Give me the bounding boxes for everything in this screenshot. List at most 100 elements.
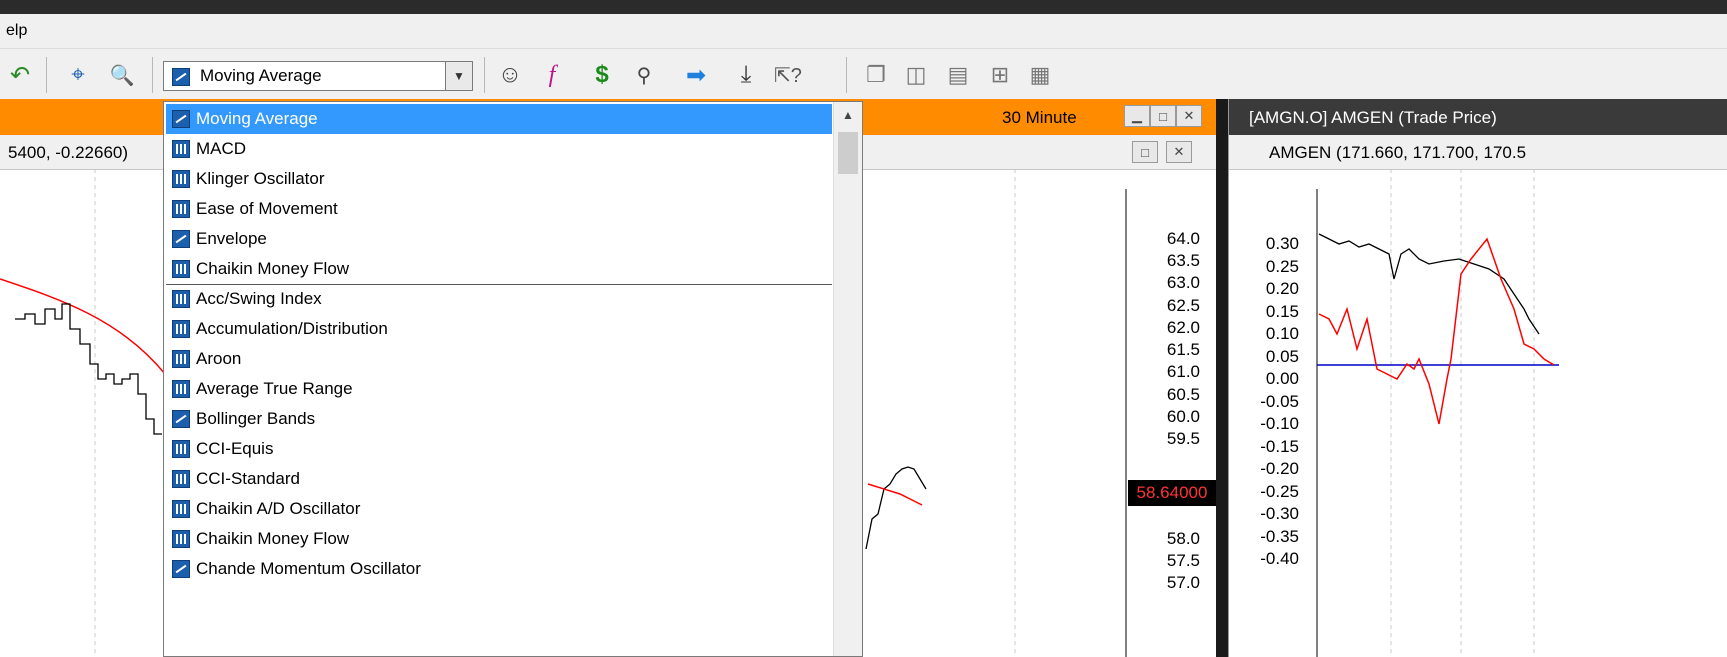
line-indicator-icon xyxy=(172,230,190,248)
interval-label: 30 Minute xyxy=(1002,108,1077,127)
dropdown-item[interactable]: Average True Range xyxy=(166,374,832,404)
price-line xyxy=(15,303,162,435)
indicator-line xyxy=(1318,237,1555,425)
chart-title: [AMGN.O] AMGEN (Trade Price) xyxy=(1249,108,1497,127)
line-indicator-icon xyxy=(172,110,190,128)
menu-item-help[interactable]: elp xyxy=(6,22,27,40)
bar-indicator-icon xyxy=(172,170,190,188)
zoom-icon[interactable]: 🔍 xyxy=(106,59,138,91)
dropdown-item[interactable]: Chande Momentum Oscillator xyxy=(166,554,832,584)
dropdown-item[interactable]: Moving Average xyxy=(166,104,832,134)
function-icon[interactable]: f xyxy=(536,59,568,91)
tile-windows-icon[interactable]: ⊞ xyxy=(984,59,1016,91)
bar-indicator-icon xyxy=(172,530,190,548)
dropdown-item[interactable]: Envelope xyxy=(166,224,832,254)
line-indicator-icon xyxy=(172,560,190,578)
oscillator-axis-label: -0.40 xyxy=(1260,549,1299,568)
price-axis-label: 59.5 xyxy=(1166,429,1200,448)
dropdown-item[interactable]: Ease of Movement xyxy=(166,194,832,224)
dropdown-item[interactable]: Accumulation/Distribution xyxy=(166,314,832,344)
line-indicator-icon xyxy=(172,68,190,86)
line-indicator-icon xyxy=(172,410,190,428)
scrollbar-thumb[interactable] xyxy=(838,132,858,174)
dropdown-item-label: Envelope xyxy=(196,229,267,248)
price-axis-label: 61.0 xyxy=(1166,362,1200,381)
undo-icon[interactable]: ↶ xyxy=(4,59,36,91)
help-pointer-icon[interactable]: ⇱? xyxy=(772,59,804,91)
new-window-icon[interactable]: ❐ xyxy=(860,59,892,91)
dropdown-item[interactable]: Chaikin Money Flow xyxy=(166,254,832,284)
dropdown-item-label: Aroon xyxy=(196,349,242,368)
oscillator-axis-label: 0.05 xyxy=(1265,346,1299,366)
oscillator-chart[interactable] xyxy=(1229,169,1727,657)
bar-indicator-icon xyxy=(172,500,190,518)
price-axis-label: 61.5 xyxy=(1166,340,1200,359)
dropdown-item-label: Chaikin A/D Oscillator xyxy=(196,499,361,518)
dropdown-item[interactable]: Acc/Swing Index xyxy=(166,284,832,314)
binoculars-icon[interactable]: ⚲ xyxy=(628,59,660,91)
price-axis-label: 62.5 xyxy=(1166,296,1200,315)
dropdown-item[interactable]: CCI-Equis xyxy=(166,434,832,464)
chevron-down-icon[interactable]: ▼ xyxy=(445,62,472,90)
oscillator-axis-label: -0.10 xyxy=(1260,414,1299,433)
price-line xyxy=(865,466,927,550)
dropdown-item-label: Moving Average xyxy=(196,109,318,128)
indicator-values: 5400, -0.22660) xyxy=(8,143,129,162)
line-chart-icon[interactable]: ◫ xyxy=(900,59,932,91)
dropdown-item[interactable]: MACD xyxy=(166,134,832,164)
download-icon[interactable]: ⤓ xyxy=(730,59,762,91)
bar-indicator-icon xyxy=(172,320,190,338)
oscillator-axis-label: 0.30 xyxy=(1265,234,1299,253)
indicator-dropdown-list[interactable]: Moving Average MACD Klinger Oscillator Ease… xyxy=(163,101,863,657)
close-icon[interactable]: ✕ xyxy=(1176,105,1202,127)
toolbar-separator xyxy=(152,57,153,93)
right-chart-window: [AMGN.O] AMGEN (Trade Price) AMGEN (171.… xyxy=(1228,99,1727,657)
dropdown-item[interactable]: Bollinger Bands xyxy=(166,404,832,434)
dropdown-item[interactable]: Chaikin Money Flow xyxy=(166,524,832,554)
dropdown-item-label: Klinger Oscillator xyxy=(196,169,325,188)
maximize-icon[interactable]: □ xyxy=(1132,141,1158,163)
expert-advisor-icon[interactable]: ☺ xyxy=(494,59,526,91)
dropdown-item-label: Chaikin Money Flow xyxy=(196,529,350,548)
pane-divider[interactable] xyxy=(1216,99,1228,657)
dropdown-item-label: Chaikin Money Flow xyxy=(196,259,350,278)
bar-indicator-icon xyxy=(172,350,190,368)
dropdown-item-label: Chande Momentum Oscillator xyxy=(196,559,421,578)
dropdown-item[interactable]: Aroon xyxy=(166,344,832,374)
price-axis-label: 63.0 xyxy=(1166,273,1200,292)
oscillator-axis-label: -0.30 xyxy=(1260,504,1299,523)
chevron-up-icon[interactable]: ▲ xyxy=(834,102,862,128)
close-icon[interactable]: ✕ xyxy=(1166,141,1192,163)
oscillator-axis-label: -0.15 xyxy=(1260,436,1299,456)
oscillator-axis-label: -0.25 xyxy=(1260,481,1299,501)
stacked-chart-icon[interactable]: ▤ xyxy=(942,59,974,91)
bar-indicator-icon xyxy=(172,380,190,398)
oscillator-axis-label: -0.20 xyxy=(1260,459,1299,478)
oscillator-axis-label: -0.35 xyxy=(1260,526,1299,546)
price-axis-label: 62.0 xyxy=(1166,318,1200,337)
price-axis-label: 64.0 xyxy=(1166,229,1200,248)
menu-bar: elp xyxy=(0,14,1727,49)
dollar-icon[interactable]: $ xyxy=(586,59,618,91)
dropdown-item-label: Ease of Movement xyxy=(196,199,338,218)
toolbar-separator xyxy=(484,57,485,93)
oscillator-axis-label: 0.15 xyxy=(1265,301,1299,321)
dropdown-item[interactable]: CCI-Standard xyxy=(166,464,832,494)
scrollbar[interactable]: ▲ xyxy=(833,102,862,656)
price-line xyxy=(1318,233,1540,335)
dropdown-item-label: Accumulation/Distribution xyxy=(196,319,388,338)
indicator-select[interactable]: Moving Average ▼ xyxy=(163,61,473,91)
dropdown-item[interactable]: Klinger Oscillator xyxy=(166,164,832,194)
last-price-marker: 58.64000 xyxy=(1128,480,1216,506)
dropdown-item-label: CCI-Equis xyxy=(196,439,274,458)
bar-indicator-icon xyxy=(172,200,190,218)
dropdown-item-label: Average True Range xyxy=(196,379,353,398)
maximize-icon[interactable]: □ xyxy=(1150,105,1176,127)
bar-indicator-icon xyxy=(172,470,190,488)
crosshair-icon[interactable]: ⌖ xyxy=(62,59,94,91)
settings-grid-icon[interactable]: ▦ xyxy=(1024,59,1056,91)
dropdown-item[interactable]: Chaikin A/D Oscillator xyxy=(166,494,832,524)
arrow-right-icon[interactable]: ➡ xyxy=(680,59,712,91)
price-axis-label: 57.0 xyxy=(1166,573,1200,592)
minimize-icon[interactable]: ▁ xyxy=(1124,105,1150,127)
